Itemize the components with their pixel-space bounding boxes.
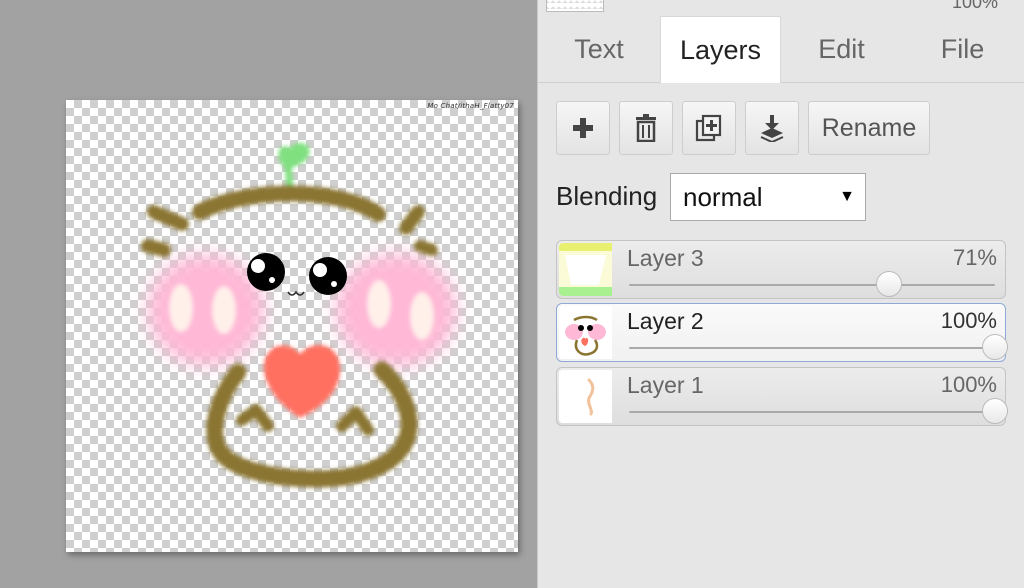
layer-name: Layer 3 (627, 245, 704, 271)
tab-layers[interactable]: Layers (660, 16, 781, 83)
drawing-canvas[interactable]: Mo Chat/ithaH_Flatty07 (66, 100, 518, 552)
tab-file[interactable]: File (902, 16, 1023, 82)
dropdown-arrow-icon: ▼ (839, 188, 855, 205)
canvas-signature: Mo Chat/ithaH_Flatty07 (427, 102, 514, 110)
side-panel: 100% Text Layers Edit File Rename Blendi… (537, 0, 1024, 588)
delete-layer-button[interactable] (619, 101, 673, 155)
layer-thumbnail (559, 306, 612, 359)
opacity-slider-thumb[interactable] (982, 398, 1008, 424)
blush-cheeks (148, 254, 456, 366)
plus-icon (573, 118, 593, 138)
opacity-slider[interactable] (629, 398, 1008, 424)
tab-text[interactable]: Text (538, 16, 660, 82)
panel-top-strip: 100% (538, 0, 1024, 12)
canvas-drawing (141, 142, 456, 488)
blending-select[interactable]: normal ▼ (670, 173, 866, 221)
duplicate-icon (695, 114, 722, 142)
blending-label: Blending (556, 181, 658, 211)
add-layer-button[interactable] (556, 101, 610, 155)
merge-down-icon (760, 115, 784, 142)
eyes (247, 253, 347, 296)
canvas-workspace: Mo Chat/ithaH_Flatty07 (0, 0, 537, 588)
duplicate-layer-button[interactable] (682, 101, 736, 155)
opacity-slider[interactable] (629, 271, 995, 297)
layer-opacity-value: 100% (940, 308, 997, 333)
layer-thumbnail (559, 370, 612, 423)
sprout-stroke (278, 142, 310, 192)
heart-shape (263, 344, 341, 418)
layer-name: Layer 2 (627, 308, 704, 334)
layer-item-2[interactable]: Layer 2 100% (556, 303, 1008, 362)
layer-item-1[interactable]: Layer 1 100% (556, 367, 1008, 426)
layer-item-3[interactable]: Layer 3 71% (556, 240, 1006, 299)
tab-edit[interactable]: Edit (781, 16, 902, 82)
top-value: 100% (951, 0, 998, 12)
layer-name: Layer 1 (627, 372, 704, 398)
layer-opacity-value: 100% (940, 372, 997, 397)
layer-thumbnail (559, 243, 612, 296)
opacity-slider-thumb[interactable] (875, 271, 902, 297)
blending-value: normal (683, 182, 763, 212)
panel-tabs: Text Layers Edit File (538, 16, 1024, 83)
opacity-slider-thumb[interactable] (982, 334, 1008, 360)
top-thumbnail[interactable] (546, 0, 604, 12)
merge-down-button[interactable] (745, 101, 799, 155)
rename-layer-button[interactable]: Rename (808, 101, 930, 155)
opacity-slider[interactable] (629, 334, 1008, 360)
trash-icon (636, 114, 656, 142)
layer-opacity-value: 71% (952, 245, 997, 270)
